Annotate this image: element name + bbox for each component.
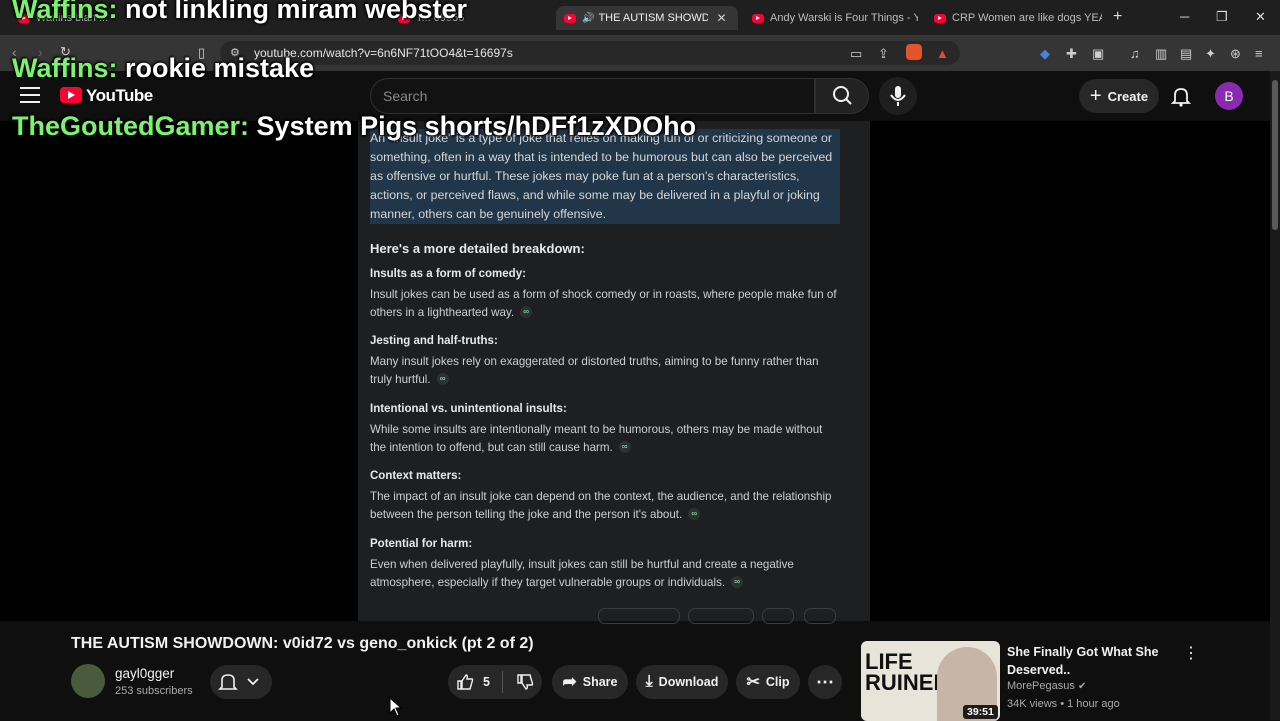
youtube-logo-text[interactable]: YouTube: [86, 86, 153, 106]
thumbs-up-icon: [457, 674, 474, 690]
scrollbar-thumb[interactable]: [1272, 80, 1278, 230]
like-count: 5: [483, 675, 490, 689]
sidebar-icon[interactable]: ▥: [1155, 46, 1167, 62]
close-window-icon[interactable]: ✕: [1255, 9, 1266, 25]
extension-icon[interactable]: ◆: [1040, 46, 1050, 62]
tab-label: Andy Warski is Four Things - Yo: [770, 12, 918, 24]
chat-message: TheGoutedGamer: System Pigs shorts/hDFf1…: [12, 111, 697, 141]
new-tab-icon[interactable]: +: [1113, 8, 1122, 26]
kebab-menu-icon[interactable]: ⋮: [1183, 643, 1199, 663]
feedback-button: [688, 608, 754, 624]
feedback-button: [598, 608, 680, 624]
brave-shield-icon[interactable]: [906, 44, 922, 60]
section-title: Intentional vs. unintentional insults:: [370, 403, 567, 415]
link-icon[interactable]: ∞: [731, 576, 744, 589]
section-body: Even when delivered playfully, insult jo…: [370, 558, 794, 589]
video-title: THE AUTISM SHOWDOWN: v0id72 vs geno_onki…: [71, 635, 534, 652]
browser-tab[interactable]: Andy Warski is Four Things - Yo: [744, 6, 918, 30]
youtube-favicon-icon: [564, 13, 576, 23]
breakdown-heading: Here's a more detailed breakdown:: [370, 241, 585, 256]
search-icon: [833, 86, 852, 105]
bell-chevron-icon: [218, 674, 259, 690]
clip-label: Clip: [765, 675, 790, 689]
clip-button[interactable]: ✂ Clip: [736, 665, 800, 699]
scissors-icon: ✂: [746, 674, 760, 691]
share-label: Share: [582, 675, 618, 689]
brave-rewards-icon[interactable]: ▲: [936, 46, 949, 61]
create-button[interactable]: + Create: [1079, 79, 1159, 113]
section-body: Insult jokes can be used as a form of sh…: [370, 288, 837, 319]
create-label: Create: [1107, 88, 1149, 104]
menu-icon[interactable]: ≡: [1255, 46, 1263, 61]
restore-icon[interactable]: ❐: [1216, 9, 1228, 25]
share-page-icon[interactable]: ⇪: [878, 46, 889, 62]
more-icon: ⋯: [816, 671, 834, 692]
download-icon: ⤓: [645, 673, 653, 690]
section-title: Context matters:: [370, 470, 462, 482]
wallet-icon[interactable]: ▣: [1092, 46, 1104, 62]
link-icon[interactable]: ∞: [618, 441, 631, 454]
recommended-meta: 34K views • 1 hour ago: [1007, 698, 1120, 710]
download-label: Download: [658, 675, 719, 689]
tab-label: CRP Women are like dogs YEAH: [952, 12, 1102, 24]
channel-name[interactable]: gayl0gger: [115, 666, 174, 681]
channel-avatar[interactable]: [71, 664, 105, 698]
section-title: Potential for harm:: [370, 538, 473, 550]
account-avatar[interactable]: B: [1215, 82, 1243, 110]
section-body: While some insults are intentionally mea…: [370, 423, 823, 454]
recommended-channel[interactable]: MorePegasus ✔: [1007, 680, 1086, 692]
extensions-puzzle-icon[interactable]: ✚: [1066, 46, 1077, 62]
recommended-title[interactable]: She Finally Got What She Deserved..: [1007, 643, 1177, 679]
minimize-icon[interactable]: ─: [1180, 9, 1189, 24]
youtube-favicon-icon: [934, 13, 946, 23]
download-button[interactable]: ⤓ Download: [636, 665, 728, 699]
share-icon: ➦: [562, 672, 577, 691]
video-duration-badge: 39:51: [963, 705, 998, 719]
browser-tab[interactable]: CRP Women are like dogs YEAH: [926, 6, 1102, 30]
close-tab-icon[interactable]: ✕: [716, 11, 726, 25]
share-button[interactable]: ➦ Share: [552, 665, 628, 699]
verified-icon: ✔: [1077, 681, 1087, 692]
tab-label: THE AUTISM SHOWDOW: [598, 12, 709, 24]
section-title: Insults as a form of comedy:: [370, 268, 526, 280]
speaker-icon: 🔊: [582, 12, 595, 24]
section-title: Jesting and half-truths:: [370, 335, 498, 347]
leo-icon[interactable]: ✦: [1205, 46, 1216, 62]
voice-search-button[interactable]: [879, 77, 917, 115]
media-icon[interactable]: ♫: [1130, 46, 1140, 61]
search-input[interactable]: Search: [370, 78, 815, 114]
browser-tab-active[interactable]: 🔊 THE AUTISM SHOWDOW ✕: [556, 6, 738, 30]
subscriber-count: 253 subscribers: [115, 685, 193, 697]
article-intro: An "insult joke" is a type of joke that …: [370, 129, 840, 224]
link-icon[interactable]: ∞: [688, 508, 701, 521]
chat-message: Waffins: rookie mistake: [12, 53, 315, 83]
section-body: Many insult jokes rely on exaggerated or…: [370, 355, 819, 386]
plus-icon: +: [1089, 84, 1102, 107]
search-button[interactable]: [815, 78, 869, 114]
wallet2-icon[interactable]: ▤: [1180, 46, 1192, 62]
like-button[interactable]: 5: [455, 672, 490, 692]
mouse-cursor-icon: [389, 697, 403, 717]
link-icon[interactable]: ∞: [436, 373, 449, 386]
feedback-button: [804, 608, 836, 624]
youtube-favicon-icon: [752, 13, 764, 23]
thumbs-down-icon[interactable]: [515, 672, 535, 692]
youtube-logo-icon[interactable]: [60, 87, 82, 103]
feedback-button: [762, 608, 794, 624]
video-frame-article: An "insult joke" is a type of joke that …: [358, 121, 870, 621]
microphone-icon: [890, 86, 906, 106]
divider: [501, 671, 503, 693]
section-body: The impact of an insult joke can depend …: [370, 490, 832, 521]
hamburger-menu-icon[interactable]: [20, 87, 40, 103]
more-actions-button[interactable]: ⋯: [808, 665, 842, 699]
cast-icon[interactable]: ▭: [850, 46, 862, 62]
notifications-bell-icon[interactable]: [1170, 85, 1192, 107]
link-icon[interactable]: ∞: [520, 306, 533, 319]
chat-message: Waffins: not linkling miram webster: [12, 0, 468, 24]
like-dislike-group: 5: [448, 665, 542, 699]
thumbnail-text: LIFE RUINED: [865, 649, 950, 695]
subscription-notifications-button[interactable]: [210, 665, 272, 699]
vpn-icon[interactable]: ⊛: [1230, 46, 1241, 62]
